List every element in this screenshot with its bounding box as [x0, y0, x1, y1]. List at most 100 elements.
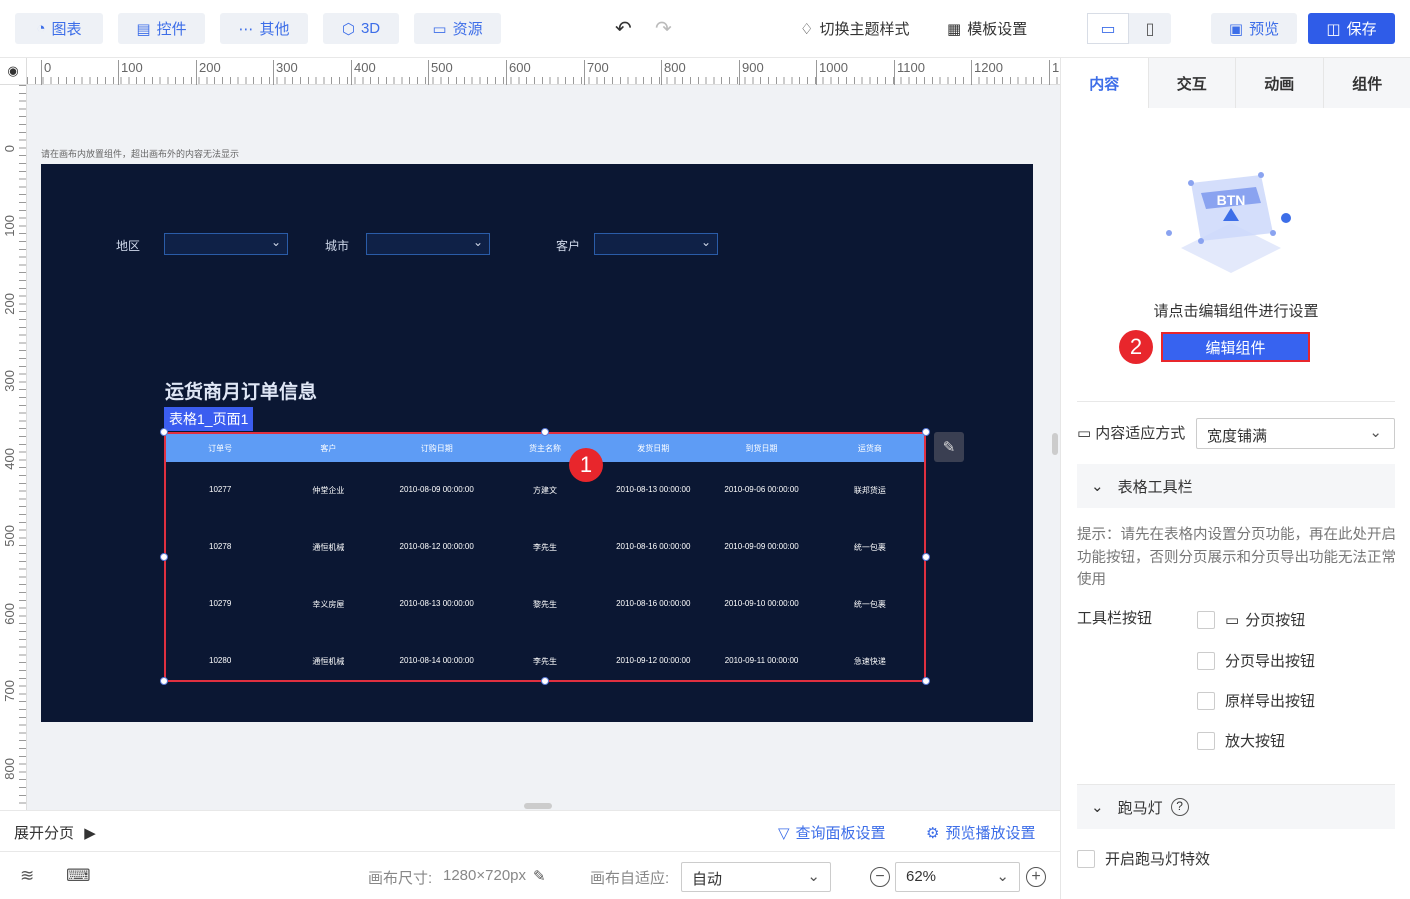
- widget-button-label: 控件: [156, 21, 187, 38]
- device-switch: ▭ ▯: [1087, 13, 1171, 44]
- vertical-scrollbar[interactable]: [1052, 433, 1058, 455]
- table-cell: 统一包裹: [853, 600, 886, 609]
- resize-handle[interactable]: [922, 553, 930, 561]
- table-cell: 10277: [209, 485, 232, 494]
- status-bar: ≋ ⌨ 画布尺寸: 1280×720px ✎ 画布自适应: 自动 ⌄ − 62%…: [0, 852, 1060, 899]
- checkbox-label: 分页按钮: [1245, 612, 1306, 629]
- keyboard-icon[interactable]: ⌨: [66, 866, 91, 886]
- customer-select[interactable]: ⌄: [594, 233, 718, 255]
- pencil-icon[interactable]: ✎: [533, 867, 546, 885]
- layers-icon[interactable]: ≋: [20, 866, 34, 886]
- ruler-left-label: 800: [2, 758, 17, 780]
- ruler-top-label: 500: [428, 60, 453, 85]
- other-button[interactable]: ⋯ 其他: [220, 13, 308, 44]
- table-cell: 联邦货运: [853, 486, 886, 495]
- table-toolbar-section[interactable]: ⌄ 表格工具栏: [1077, 464, 1395, 508]
- switch-theme-button[interactable]: ♢ 切换主题样式: [800, 13, 909, 44]
- save-button[interactable]: ◫ 保存: [1308, 13, 1395, 44]
- visibility-toggle[interactable]: ◉: [0, 58, 27, 85]
- table-component[interactable]: 订单号 客户 订购日期 货主名称 发货日期 到货日期 运货商 10277 仲堂企…: [164, 432, 926, 682]
- checkbox[interactable]: [1077, 849, 1095, 868]
- checkbox[interactable]: [1197, 731, 1215, 750]
- checkbox[interactable]: [1197, 651, 1215, 670]
- table-component-tag[interactable]: 表格1_页面1: [164, 407, 254, 431]
- undo-icon[interactable]: ↶: [615, 13, 632, 44]
- checkbox[interactable]: [1197, 691, 1215, 710]
- three-d-button[interactable]: ⬡ 3D: [323, 13, 399, 44]
- canvas-fit-select[interactable]: 自动 ⌄: [681, 862, 831, 892]
- resize-handle[interactable]: [160, 428, 168, 436]
- expand-pages-button[interactable]: 展开分页 ▶: [14, 822, 96, 843]
- table-cell: 10280: [209, 656, 232, 665]
- tab-component[interactable]: 组件: [1323, 58, 1410, 108]
- tab-animation[interactable]: 动画: [1236, 58, 1324, 108]
- resize-handle[interactable]: [922, 428, 930, 436]
- edit-component-float-button[interactable]: ✎: [934, 432, 964, 462]
- widget-button[interactable]: ▤ 控件: [118, 13, 205, 44]
- tablet-icon[interactable]: ▯: [1129, 13, 1171, 44]
- resize-handle[interactable]: [160, 553, 168, 561]
- chart-button[interactable]: ◔ 图表: [15, 13, 103, 44]
- monitor-icon: ▭: [1225, 611, 1240, 629]
- checkbox-label: 开启跑马灯特效: [1105, 851, 1211, 868]
- column-header: 客户: [320, 443, 337, 453]
- checkbox-page-export-button[interactable]: 分页导出按钮: [1197, 650, 1315, 671]
- table-cell: 2010-08-16 00:00:00: [616, 542, 691, 551]
- checkbox-marquee[interactable]: 开启跑马灯特效: [1077, 848, 1210, 869]
- chevron-down-icon: ⌄: [270, 235, 281, 249]
- edit-component-button[interactable]: 编辑组件: [1161, 332, 1310, 362]
- save-icon: ◫: [1326, 20, 1341, 38]
- checkbox-page-button[interactable]: ▭ 分页按钮: [1197, 609, 1305, 630]
- resource-button[interactable]: ▭ 资源: [414, 13, 501, 44]
- illustration-btn-text: BTN: [1217, 192, 1246, 208]
- redo-icon[interactable]: ↷: [655, 13, 672, 44]
- desktop-icon[interactable]: ▭: [1087, 13, 1129, 44]
- preview-button[interactable]: ▣ 预览: [1211, 13, 1297, 44]
- filter-icon: ▽: [778, 824, 790, 842]
- checkbox-label: 分页导出按钮: [1225, 653, 1316, 670]
- resize-handle[interactable]: [922, 677, 930, 685]
- help-icon[interactable]: ?: [1170, 798, 1189, 816]
- divider: [1077, 401, 1395, 402]
- horizontal-scrollbar[interactable]: [524, 803, 552, 809]
- table-cell: 2010-08-14 00:00:00: [399, 656, 474, 665]
- zoom-in-icon[interactable]: +: [1026, 867, 1046, 887]
- content-fit-value: 宽度铺满: [1207, 428, 1268, 445]
- marquee-title: 跑马灯: [1117, 799, 1163, 817]
- content-fit-select[interactable]: 宽度铺满 ⌄: [1196, 418, 1395, 449]
- expand-pages-label: 展开分页: [14, 825, 75, 842]
- region-select[interactable]: ⌄: [164, 233, 288, 255]
- zoom-out-icon[interactable]: −: [870, 867, 890, 887]
- zoom-select[interactable]: 62% ⌄: [895, 862, 1020, 892]
- city-select[interactable]: ⌄: [366, 233, 490, 255]
- preview-play-settings-button[interactable]: ⚙ 预览播放设置: [926, 822, 1035, 843]
- preview-play-label: 预览播放设置: [945, 825, 1036, 842]
- template-settings-button[interactable]: ▦ 模板设置: [947, 13, 1027, 44]
- checkbox-original-export-button[interactable]: 原样导出按钮: [1197, 690, 1315, 711]
- ruler-top-label: 800: [661, 60, 686, 85]
- ruler-left-label: 600: [2, 603, 17, 625]
- marquee-section[interactable]: ⌄ 跑马灯 ?: [1077, 785, 1395, 829]
- resize-handle[interactable]: [541, 677, 549, 685]
- canvas-fit-value: 自动: [692, 871, 723, 888]
- table-cell: 2010-09-12 00:00:00: [616, 656, 691, 665]
- tab-interaction[interactable]: 交互: [1148, 58, 1236, 108]
- page-bar: 展开分页 ▶ ▽ 查询面板设置 ⚙ 预览播放设置: [0, 810, 1060, 852]
- table-row: 10279 幸义房屋 2010-08-13 00:00:00 黎先生 2010-…: [166, 599, 924, 610]
- filter-label-city: 城市: [325, 239, 350, 253]
- ruler-left-label: 0: [2, 145, 17, 153]
- query-panel-settings-button[interactable]: ▽ 查询面板设置: [778, 822, 886, 843]
- checkbox-zoom-button[interactable]: 放大按钮: [1197, 730, 1285, 751]
- resize-handle[interactable]: [541, 428, 549, 436]
- dashboard-canvas[interactable]: 地区 ⌄ 城市 ⌄ 客户 ⌄ 运货商月订单信息 表格1_页面1 订单号 客户 订…: [41, 164, 1033, 722]
- switch-theme-label: 切换主题样式: [819, 21, 910, 38]
- checkbox[interactable]: [1197, 610, 1215, 629]
- canvas-area[interactable]: ◉ 0 100 200 300 400 500 600 700 800 900 …: [0, 58, 1060, 810]
- checkbox-label: 原样导出按钮: [1225, 693, 1316, 710]
- ruler-top-label: 900: [739, 60, 764, 85]
- widget-icon: ▤: [136, 20, 151, 38]
- gear-icon: ⚙: [926, 824, 940, 842]
- top-toolbar: ◔ 图表 ▤ 控件 ⋯ 其他 ⬡ 3D ▭ 资源 ↶ ↷ ♢ 切换主题样式 ▦ …: [0, 0, 1410, 58]
- resize-handle[interactable]: [160, 677, 168, 685]
- tab-content[interactable]: 内容: [1061, 58, 1149, 108]
